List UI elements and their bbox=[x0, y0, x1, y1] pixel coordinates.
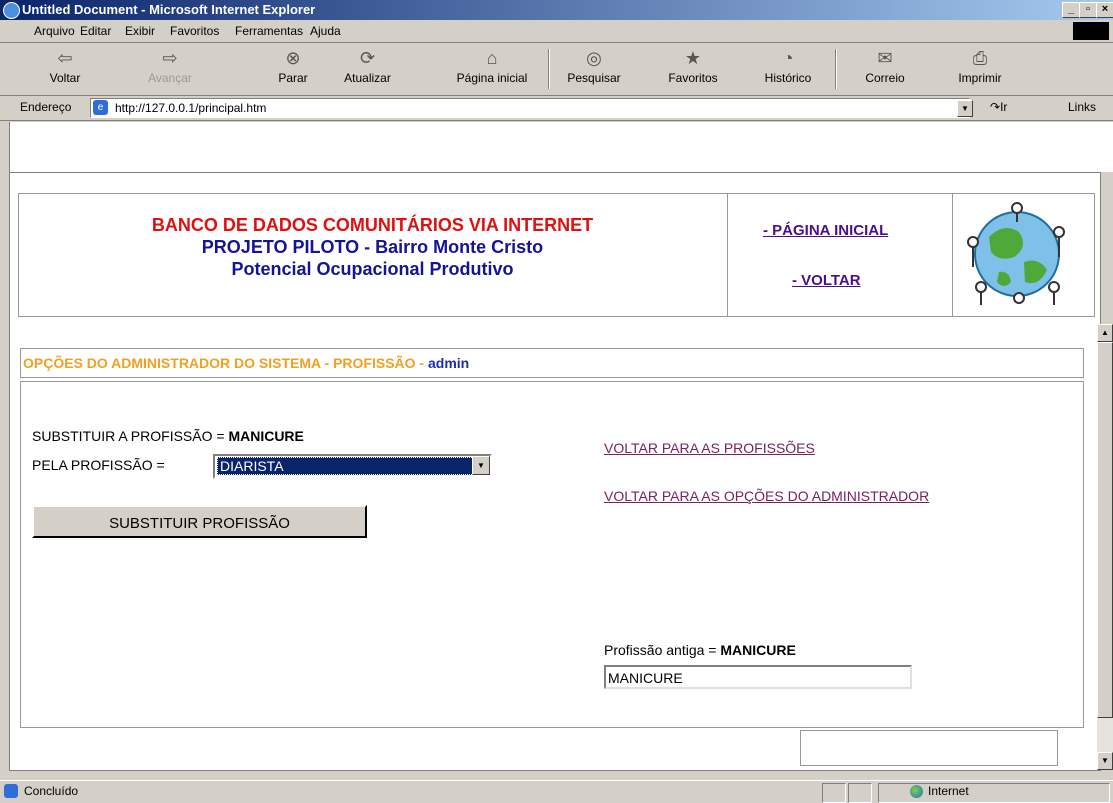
scroll-down-button[interactable]: ▼ bbox=[1097, 752, 1113, 770]
menu-bar: Arquivo Editar Exibir Favoritos Ferramen… bbox=[0, 20, 1113, 43]
toolbar-separator bbox=[835, 49, 837, 89]
page-header: BANCO DE DADOS COMUNITÁRIOS VIA INTERNET… bbox=[18, 193, 1095, 317]
header-title: BANCO DE DADOS COMUNITÁRIOS VIA INTERNET… bbox=[19, 214, 726, 280]
address-input[interactable]: e http://127.0.0.1/principal.htm bbox=[90, 98, 970, 118]
stop-button[interactable]: ⊗ Parar bbox=[268, 45, 318, 93]
search-icon: ◎ bbox=[586, 48, 602, 68]
old-profession-label: Profissão antiga = bbox=[604, 642, 721, 658]
footer-frame bbox=[800, 730, 1058, 766]
toolbar: ⇦ Voltar ⇨ Avançar ⊗ Parar ⟳ Atualizar ⌂… bbox=[0, 43, 1113, 96]
mail-icon: ✉ bbox=[877, 48, 893, 68]
status-bar: Concluído Internet bbox=[0, 780, 1113, 803]
admin-title-panel: OPÇÕES DO ADMINISTRADOR DO SISTEMA - PRO… bbox=[20, 348, 1084, 378]
stop-icon: ⊗ bbox=[285, 48, 301, 68]
old-profession-input[interactable]: MANICURE bbox=[604, 665, 912, 689]
favorites-button[interactable]: ★ Favoritos bbox=[657, 45, 729, 93]
scroll-thumb[interactable] bbox=[1097, 342, 1113, 718]
header-line-2: PROJETO PILOTO - Bairro Monte Cristo bbox=[201, 237, 544, 257]
page-status-icon bbox=[4, 784, 18, 798]
profession-select[interactable]: DIARISTA ▼ bbox=[213, 454, 492, 479]
home-icon: ⌂ bbox=[486, 48, 498, 68]
back-arrow-icon: ⇦ bbox=[57, 48, 73, 68]
old-profession-value: MANICURE bbox=[720, 642, 796, 658]
forward-label: Avançar bbox=[148, 71, 192, 85]
stop-label: Parar bbox=[278, 71, 308, 85]
ie-icon bbox=[3, 2, 20, 19]
refresh-label: Atualizar bbox=[344, 71, 391, 85]
home-button[interactable]: ⌂ Página inicial bbox=[442, 45, 542, 93]
toolbar-separator bbox=[548, 49, 550, 89]
menu-exibir[interactable]: Exibir bbox=[125, 24, 155, 38]
admin-title-separator: - bbox=[415, 355, 428, 371]
refresh-button[interactable]: ⟳ Atualizar bbox=[335, 45, 400, 93]
replace-label: SUBSTITUIR A PROFISSÃO = bbox=[32, 428, 229, 444]
forward-arrow-icon: ⇨ bbox=[162, 48, 178, 68]
replace-profession-button[interactable]: SUBSTITUIR PROFISSÃO bbox=[32, 505, 367, 538]
print-label: Imprimir bbox=[958, 71, 1002, 85]
menu-ajuda[interactable]: Ajuda bbox=[310, 24, 341, 38]
replace-value: MANICURE bbox=[228, 428, 304, 444]
history-button[interactable]: ◔ Histórico bbox=[752, 45, 824, 93]
header-nav: - PÁGINA INICIAL - VOLTAR bbox=[727, 194, 953, 316]
status-text: Concluído bbox=[24, 784, 79, 798]
home-label: Página inicial bbox=[456, 71, 528, 85]
back-to-admin-options-link[interactable]: VOLTAR PARA AS OPÇÕES DO ADMINISTRADOR bbox=[604, 488, 929, 504]
admin-username: admin bbox=[428, 355, 470, 371]
print-button[interactable]: ⎙ Imprimir bbox=[950, 45, 1010, 93]
refresh-icon: ⟳ bbox=[359, 48, 376, 68]
page-icon: e bbox=[93, 100, 108, 115]
vertical-scrollbar[interactable]: ▲ ▼ bbox=[1097, 324, 1113, 770]
header-line-1: BANCO DE DADOS COMUNITÁRIOS VIA INTERNET bbox=[151, 215, 594, 235]
history-label: Histórico bbox=[764, 71, 812, 85]
menu-editar[interactable]: Editar bbox=[80, 24, 111, 38]
by-profession-label: PELA PROFISSÃO = bbox=[32, 457, 165, 473]
minimize-button[interactable]: _ bbox=[1062, 2, 1080, 18]
header-line-3: Potencial Ocupacional Produtivo bbox=[231, 259, 514, 279]
address-label: Endereço bbox=[20, 100, 72, 114]
favorites-icon: ★ bbox=[684, 48, 702, 68]
back-link[interactable]: - VOLTAR bbox=[792, 272, 861, 289]
chevron-down-icon[interactable]: ▼ bbox=[472, 456, 490, 475]
close-button[interactable]: × bbox=[1096, 2, 1113, 18]
search-label: Pesquisar bbox=[567, 71, 621, 85]
globe-people-logo bbox=[967, 202, 1065, 305]
history-icon: ◔ bbox=[782, 48, 794, 68]
forward-button[interactable]: ⇨ Avançar bbox=[140, 45, 200, 93]
status-cell bbox=[848, 783, 872, 803]
address-url: http://127.0.0.1/principal.htm bbox=[115, 101, 267, 115]
title-bar: Untitled Document - Microsoft Internet E… bbox=[0, 0, 1113, 20]
replace-profession-text: SUBSTITUIR A PROFISSÃO = MANICURE bbox=[32, 428, 304, 444]
menu-ferramentas[interactable]: Ferramentas bbox=[235, 24, 303, 38]
profession-select-value: DIARISTA bbox=[217, 457, 474, 475]
go-arrow-icon: ↷ bbox=[990, 100, 1001, 114]
home-link[interactable]: - PÁGINA INICIAL bbox=[763, 222, 888, 239]
back-label: Voltar bbox=[49, 71, 81, 85]
links-button[interactable]: Links bbox=[1068, 100, 1096, 114]
go-label: Ir bbox=[1000, 100, 1008, 114]
admin-title: OPÇÕES DO ADMINISTRADOR DO SISTEMA - PRO… bbox=[23, 355, 469, 371]
windows-logo-icon bbox=[1073, 22, 1109, 40]
address-dropdown-button[interactable]: ▼ bbox=[957, 100, 973, 117]
status-cell bbox=[822, 783, 846, 803]
old-profession-text: Profissão antiga = MANICURE bbox=[604, 642, 796, 658]
admin-title-text: OPÇÕES DO ADMINISTRADOR DO SISTEMA - PRO… bbox=[23, 355, 416, 371]
window-title: Untitled Document - Microsoft Internet E… bbox=[22, 2, 316, 17]
favorites-label: Favoritos bbox=[668, 71, 718, 85]
top-frame bbox=[9, 122, 1113, 172]
back-to-professions-link[interactable]: VOLTAR PARA AS PROFISSÕES bbox=[604, 440, 815, 456]
menu-favoritos[interactable]: Favoritos bbox=[170, 24, 219, 38]
menu-arquivo[interactable]: Arquivo bbox=[34, 24, 75, 38]
scroll-up-button[interactable]: ▲ bbox=[1097, 324, 1113, 342]
go-button[interactable]: ↷Ir bbox=[990, 100, 1007, 114]
mail-label: Correio bbox=[865, 71, 905, 85]
printer-icon: ⎙ bbox=[972, 48, 988, 68]
mail-button[interactable]: ✉ Correio bbox=[850, 45, 920, 93]
search-button[interactable]: ◎ Pesquisar bbox=[555, 45, 633, 93]
security-zone: Internet bbox=[928, 784, 969, 798]
maximize-button[interactable]: ▫ bbox=[1079, 2, 1097, 18]
back-button[interactable]: ⇦ Voltar bbox=[40, 45, 90, 93]
internet-globe-icon bbox=[910, 785, 923, 798]
